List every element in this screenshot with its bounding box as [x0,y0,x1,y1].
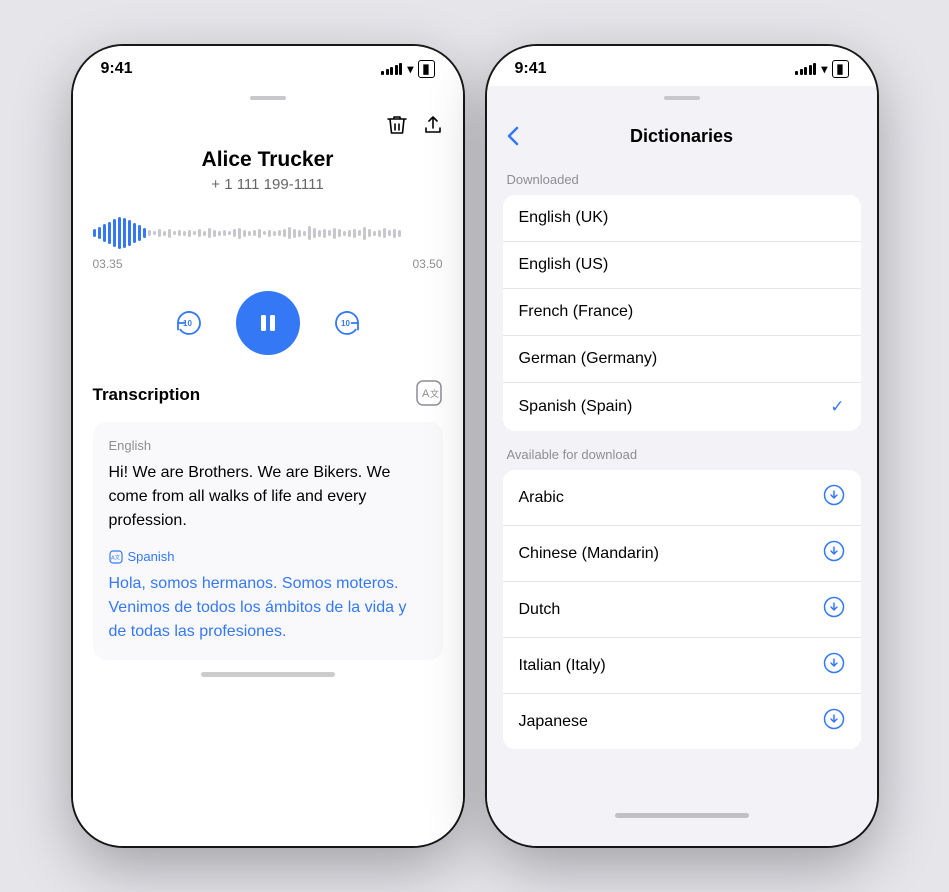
svg-text:10: 10 [183,319,192,328]
translate-small-icon: A文 [109,550,123,564]
translate-button[interactable]: A 文 [415,379,443,410]
download-icon[interactable] [823,596,845,623]
list-item[interactable]: Japanese [503,694,861,749]
forward-button[interactable]: 10 [330,306,364,340]
share-button[interactable] [423,114,443,136]
wifi-icon-2: ▾ [821,62,827,76]
phone-voice-memo: 9:41 ▾ ▮ [73,46,463,846]
list-item[interactable]: Chinese (Mandarin) [503,526,861,582]
waveform [93,213,443,253]
transcription-title: Transcription [93,385,201,405]
status-bar-1: 9:41 ▾ ▮ [73,46,463,86]
original-transcript: Hi! We are Brothers. We are Bikers. We c… [109,461,427,533]
rewind-button[interactable]: 10 [172,306,206,340]
transcription-card: English Hi! We are Brothers. We are Bike… [93,422,443,660]
dict-screen: Dictionaries Downloaded English (UK) Eng… [487,86,877,846]
list-item[interactable]: English (UK) [503,195,861,242]
translated-transcript: Hola, somos hermanos. Somos moteros. Ven… [109,572,427,644]
contact-name: Alice Trucker [93,148,443,172]
list-item[interactable]: Italian (Italy) [503,638,861,694]
translated-lang-text: Spanish [128,549,175,564]
download-icon[interactable] [823,540,845,567]
dict-item-text: Arabic [519,489,564,507]
dict-item-text: German (Germany) [519,350,658,368]
status-time-2: 9:41 [515,60,547,78]
downloaded-list: English (UK) English (US) French (France… [503,195,861,431]
available-section-label: Available for download [487,431,877,470]
contact-info: Alice Trucker + 1 111 199-1111 [73,148,463,213]
svg-text:A: A [422,388,430,400]
status-icons-2: ▾ ▮ [795,60,848,78]
dict-item-text: English (UK) [519,209,609,227]
checkmark-icon: ✓ [830,397,844,417]
back-button[interactable] [507,126,519,146]
phone-dictionaries: 9:41 ▾ ▮ Dictionaries Downloaded [487,46,877,846]
drag-handle [250,96,286,100]
list-item[interactable]: English (US) [503,242,861,289]
dict-item-text: Chinese (Mandarin) [519,545,660,563]
download-icon[interactable] [823,484,845,511]
battery-icon-2: ▮ [832,60,848,78]
time-end: 03.50 [412,257,442,271]
available-list: Arabic Chinese (Mandarin) [503,470,861,749]
dict-item-text-dutch: Dutch [519,601,561,619]
pause-button[interactable] [236,291,300,355]
status-bar-2: 9:41 ▾ ▮ [487,46,877,86]
downloaded-section-label: Downloaded [487,156,877,195]
list-item-dutch[interactable]: Dutch [503,582,861,638]
dict-item-text: Spanish (Spain) [519,398,633,416]
drag-handle-2 [664,96,700,100]
transcription-header: Transcription A 文 [73,379,463,422]
contact-phone: + 1 111 199-1111 [93,176,443,193]
signal-icon-2 [795,63,816,75]
dict-item-text: Italian (Italy) [519,657,606,675]
status-icons-1: ▾ ▮ [381,60,434,78]
home-indicator-2 [615,813,749,818]
dict-nav: Dictionaries [487,114,877,156]
home-indicator-1 [201,672,335,677]
svg-text:A文: A文 [111,553,121,561]
svg-text:10: 10 [341,319,350,328]
list-item[interactable]: French (France) [503,289,861,336]
download-icon[interactable] [823,708,845,735]
memo-screen: Alice Trucker + 1 111 199-1111 [73,86,463,846]
svg-text:文: 文 [430,388,439,399]
signal-icon [381,63,402,75]
dict-item-text: English (US) [519,256,609,274]
translated-lang-label: A文 Spanish [109,549,427,564]
wifi-icon: ▾ [407,62,413,76]
list-item[interactable]: German (Germany) [503,336,861,383]
time-start: 03.35 [93,257,123,271]
waveform-container: 03.35 03.50 [73,213,463,287]
download-icon[interactable] [823,652,845,679]
waveform-time: 03.35 03.50 [93,253,443,287]
battery-icon: ▮ [418,60,434,78]
dict-item-text: French (France) [519,303,634,321]
dict-nav-title: Dictionaries [630,126,733,147]
original-lang-label: English [109,438,427,453]
memo-toolbar [73,114,463,148]
list-item-selected[interactable]: Spanish (Spain) ✓ [503,383,861,431]
status-time-1: 9:41 [101,60,133,78]
dict-item-text: Japanese [519,713,588,731]
playback-controls: 10 10 [73,291,463,379]
list-item[interactable]: Arabic [503,470,861,526]
delete-button[interactable] [387,114,407,136]
